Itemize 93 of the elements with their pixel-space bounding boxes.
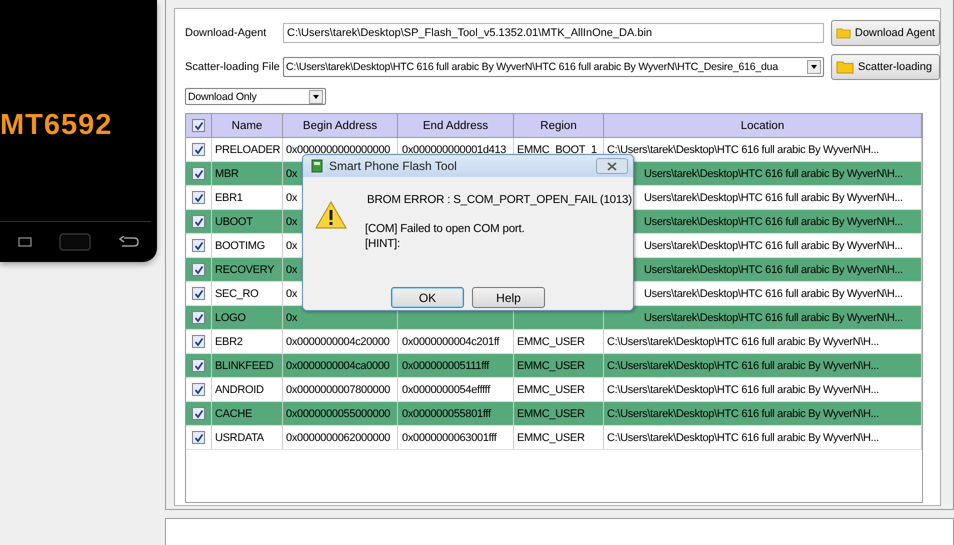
row-checkbox[interactable]	[192, 431, 205, 444]
table-cell: EMMC_USER	[517, 336, 585, 348]
table-cell: BOOTIMG	[215, 240, 265, 252]
app-icon	[311, 159, 323, 173]
row-checkbox[interactable]	[192, 143, 205, 156]
home-key-icon	[58, 233, 90, 251]
table-cell: Users\tarek\Desktop\HTC 616 full arabic By WyverN\H...	[644, 192, 903, 204]
table-cell: 0x	[286, 264, 298, 276]
table-cell: BLINKFEED	[215, 360, 274, 372]
column-header[interactable]: End Address	[398, 114, 514, 137]
table-cell: 0x0000000062000000	[286, 432, 390, 444]
row-checkbox[interactable]	[192, 311, 205, 324]
table-cell: 0x0000000055000000	[286, 408, 390, 420]
back-key-icon	[118, 236, 140, 248]
folder-icon	[836, 60, 854, 74]
table-cell: 0x	[286, 192, 298, 204]
menu-key-icon	[18, 237, 32, 247]
table-cell: Users\tarek\Desktop\HTC 616 full arabic By WyverN\H...	[644, 240, 903, 252]
row-checkbox[interactable]	[192, 239, 205, 252]
table-cell: 0x0000000004c20000	[286, 336, 390, 348]
table-cell: 0x000000000001d413	[402, 144, 506, 156]
table-cell: Users\tarek\Desktop\HTC 616 full arabic By WyverN\H...	[644, 312, 903, 324]
close-icon	[607, 162, 617, 170]
detail-message: [COM] Failed to open COM port.	[365, 222, 526, 237]
table-cell: CACHE	[215, 408, 252, 420]
field-label: Scatter-loading File	[185, 61, 281, 73]
table-cell: Users\tarek\Desktop\HTC 616 full arabic By WyverN\H...	[644, 264, 903, 276]
column-header[interactable]: Region	[514, 114, 604, 137]
row-checkbox[interactable]	[192, 359, 205, 372]
folder-icon	[836, 26, 851, 40]
table-cell: EMMC_USER	[517, 408, 585, 420]
table-cell: 0x0000000004c201ff	[402, 336, 500, 348]
field-label: Download-Agent	[185, 27, 268, 39]
download-agent-button[interactable]: Download Agent	[831, 20, 940, 46]
table-cell: EBR1	[215, 192, 243, 204]
table-cell: 0x000000055801fff	[402, 408, 491, 420]
row-checkbox[interactable]	[192, 407, 205, 420]
row-checkbox[interactable]	[192, 191, 205, 204]
scatter-file-dropdown[interactable]: C:\Users\tarek\Desktop\HTC 616 full arabic By WyverN\HTC 616 full arabic By WyverN\HTC_Desire_616_dua	[283, 57, 824, 77]
table-cell: C:\Users\tarek\Desktop\HTC 616 full arabic By WyverN\H...	[607, 408, 879, 420]
row-checkbox[interactable]	[192, 263, 205, 276]
row-checkbox[interactable]	[192, 383, 205, 396]
mode-dropdown[interactable]: Download Only	[185, 88, 326, 105]
table-cell: 0x	[286, 216, 298, 228]
table-cell: 0x	[286, 240, 298, 252]
table-cell: 0x0000000063001fff	[402, 432, 497, 444]
row-checkbox[interactable]	[192, 287, 205, 300]
close-button[interactable]	[596, 158, 628, 174]
table-cell: SEC_RO	[215, 288, 258, 300]
download-agent-field[interactable]: C:\Users\tarek\Desktop\SP_Flash_Tool_v5.1352.01\MTK_AllInOne_DA.bin	[283, 23, 824, 43]
chip-label: MT6592	[0, 109, 112, 142]
hint-message: [HINT]:	[365, 237, 402, 252]
table-cell: EMMC_USER	[517, 432, 585, 444]
table-cell: UBOOT	[215, 216, 253, 228]
column-header[interactable]: Location	[604, 114, 922, 137]
row-checkbox[interactable]	[192, 167, 205, 180]
table-cell: USRDATA	[215, 432, 264, 444]
table-cell: ANDROID	[215, 384, 264, 396]
table-cell: C:\Users\tarek\Desktop\HTC 616 full arabic By WyverN\H...	[607, 336, 879, 348]
table-cell: C:\Users\tarek\Desktop\HTC 616 full arabic By WyverN\H...	[607, 144, 879, 156]
scatter-loading-button[interactable]: Scatter-loading	[831, 54, 940, 80]
table-cell: MBR	[215, 168, 239, 180]
row-checkbox[interactable]	[192, 215, 205, 228]
table-cell: EMMC_USER	[517, 384, 585, 396]
table-cell: 0x0000000054efffff	[402, 384, 490, 396]
warning-icon	[315, 201, 347, 229]
dialog-button[interactable]: OK	[391, 287, 464, 308]
row-checkbox[interactable]	[192, 335, 205, 348]
table-cell: 0x0000000004ca0000	[286, 360, 390, 372]
table-cell: EBR2	[215, 336, 243, 348]
table-cell: LOGO	[215, 312, 246, 324]
table-cell: Users\tarek\Desktop\HTC 616 full arabic By WyverN\H...	[644, 216, 903, 228]
table-cell: Users\tarek\Desktop\HTC 616 full arabic By WyverN\H...	[644, 168, 903, 180]
table-cell: C:\Users\tarek\Desktop\HTC 616 full arabic By WyverN\H...	[607, 360, 879, 372]
table-cell: Users\tarek\Desktop\HTC 616 full arabic By WyverN\H...	[644, 288, 903, 300]
table-cell: C:\Users\tarek\Desktop\HTC 616 full arabic By WyverN\H...	[607, 432, 879, 444]
table-cell: 0x0000000000000000	[286, 144, 390, 156]
table-cell: 0x	[286, 168, 298, 180]
table-cell: PRELOADER	[215, 144, 280, 156]
table-cell: 0x	[286, 312, 298, 324]
column-header[interactable]: Begin Address	[283, 114, 398, 137]
table-cell: C:\Users\tarek\Desktop\HTC 616 full arabic By WyverN\H...	[607, 384, 879, 396]
table-cell: RECOVERY	[215, 264, 274, 276]
table-cell: EMMC_BOOT_1	[517, 144, 597, 156]
dialog-button[interactable]: Help	[472, 287, 545, 308]
table-cell: 0x000000005111fff	[402, 360, 490, 372]
dialog-title: Smart Phone Flash Tool	[329, 159, 458, 173]
select-all-checkbox[interactable]	[192, 119, 205, 132]
table-cell: 0x	[286, 288, 298, 300]
table-cell: 0x0000000007800000	[286, 384, 390, 396]
column-header[interactable]: Name	[212, 114, 283, 137]
table-cell: EMMC_USER	[517, 360, 585, 372]
error-message: BROM ERROR : S_COM_PORT_OPEN_FAIL (1013)	[367, 193, 632, 208]
